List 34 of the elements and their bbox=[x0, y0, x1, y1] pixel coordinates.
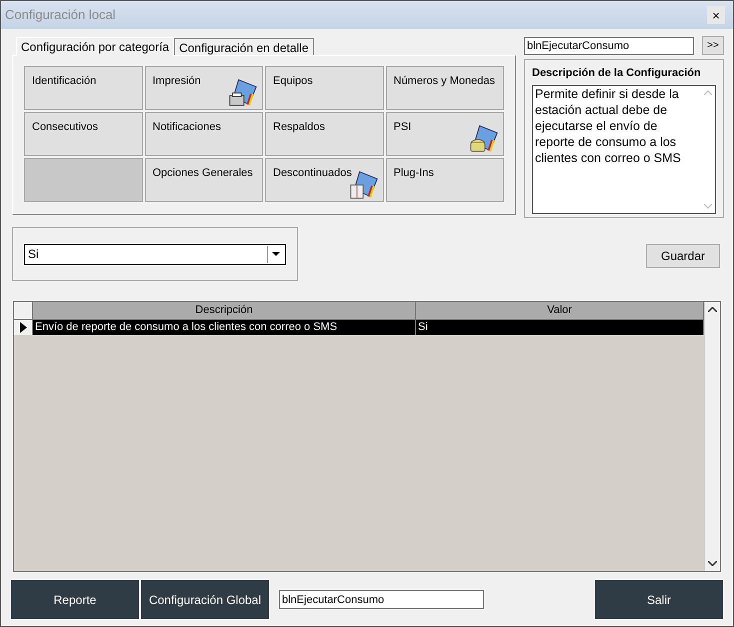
category-tile[interactable]: Impresión bbox=[144, 66, 263, 110]
go-button[interactable]: >> bbox=[702, 36, 724, 55]
category-tile[interactable]: Identificación bbox=[24, 66, 142, 110]
scroll-up-icon[interactable] bbox=[708, 307, 717, 312]
category-tile[interactable]: Equipos bbox=[265, 66, 384, 110]
category-tile[interactable]: PSI bbox=[386, 112, 504, 156]
phone-book-icon bbox=[469, 124, 499, 154]
dropdown-caret-icon bbox=[272, 252, 280, 256]
printer-book-icon bbox=[228, 78, 258, 108]
tab[interactable]: Configuración por categoría bbox=[16, 37, 174, 56]
category-tile[interactable]: Respaldos bbox=[265, 112, 384, 156]
global-settings-button[interactable]: Configuración Global bbox=[141, 580, 269, 619]
table-cell: Envío de reporte de consumo a los clientes con correo o SMS bbox=[33, 320, 416, 335]
category-tile[interactable]: Opciones Generales bbox=[144, 158, 263, 202]
scroll-down-icon[interactable] bbox=[708, 561, 717, 566]
close-button[interactable]: × bbox=[707, 6, 725, 24]
table-row[interactable]: Envío de reporte de consumo a los clientes con correo o SMS Si bbox=[14, 319, 704, 335]
save-button[interactable]: Guardar bbox=[646, 244, 720, 268]
key-field[interactable]: blnEjecutarConsumo bbox=[279, 590, 484, 609]
scrollbar[interactable] bbox=[704, 302, 720, 571]
category-tile[interactable]: Notificaciones bbox=[144, 112, 263, 156]
row-pointer-icon bbox=[20, 322, 26, 333]
description-title: Descripción de la Configuración bbox=[532, 66, 702, 81]
description-text: Permite definir si desde la estación actual debe de ejecutarse el envío de reporte de consumo a los clientes con correo o SMS bbox=[534, 86, 682, 166]
exit-button[interactable]: Salir bbox=[595, 580, 723, 619]
category-tile[interactable]: Plug-Ins bbox=[386, 158, 504, 202]
search-field[interactable]: blnEjecutarConsumo bbox=[524, 36, 694, 54]
category-tile[interactable]: Números y Monedas bbox=[386, 66, 504, 110]
tab[interactable]: Configuración en detalle bbox=[174, 38, 314, 55]
value-dropdown[interactable]: Si bbox=[24, 244, 286, 264]
category-tile[interactable]: Consecutivos bbox=[24, 112, 142, 156]
category-tile[interactable]: Descontinuados bbox=[265, 158, 384, 202]
window-title: Configuración local bbox=[5, 6, 116, 24]
report-button[interactable]: Reporte bbox=[11, 580, 139, 619]
